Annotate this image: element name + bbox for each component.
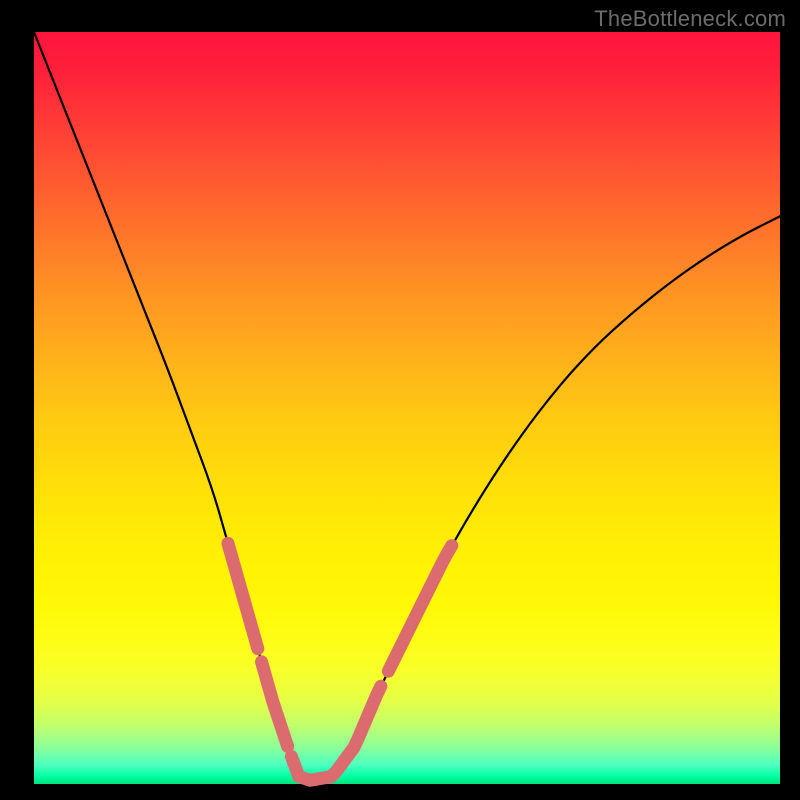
curve-highlight-group bbox=[228, 543, 452, 780]
bottleneck-curve bbox=[34, 32, 780, 779]
curve-highlight-segment bbox=[262, 662, 288, 747]
curve-highlight-segment bbox=[388, 546, 451, 672]
chart-svg bbox=[34, 32, 780, 784]
watermark-text: TheBottleneck.com bbox=[594, 6, 786, 32]
curve-highlight-segment bbox=[228, 543, 258, 648]
curve-highlight-segment bbox=[317, 686, 380, 779]
chart-plot-area bbox=[34, 32, 780, 784]
